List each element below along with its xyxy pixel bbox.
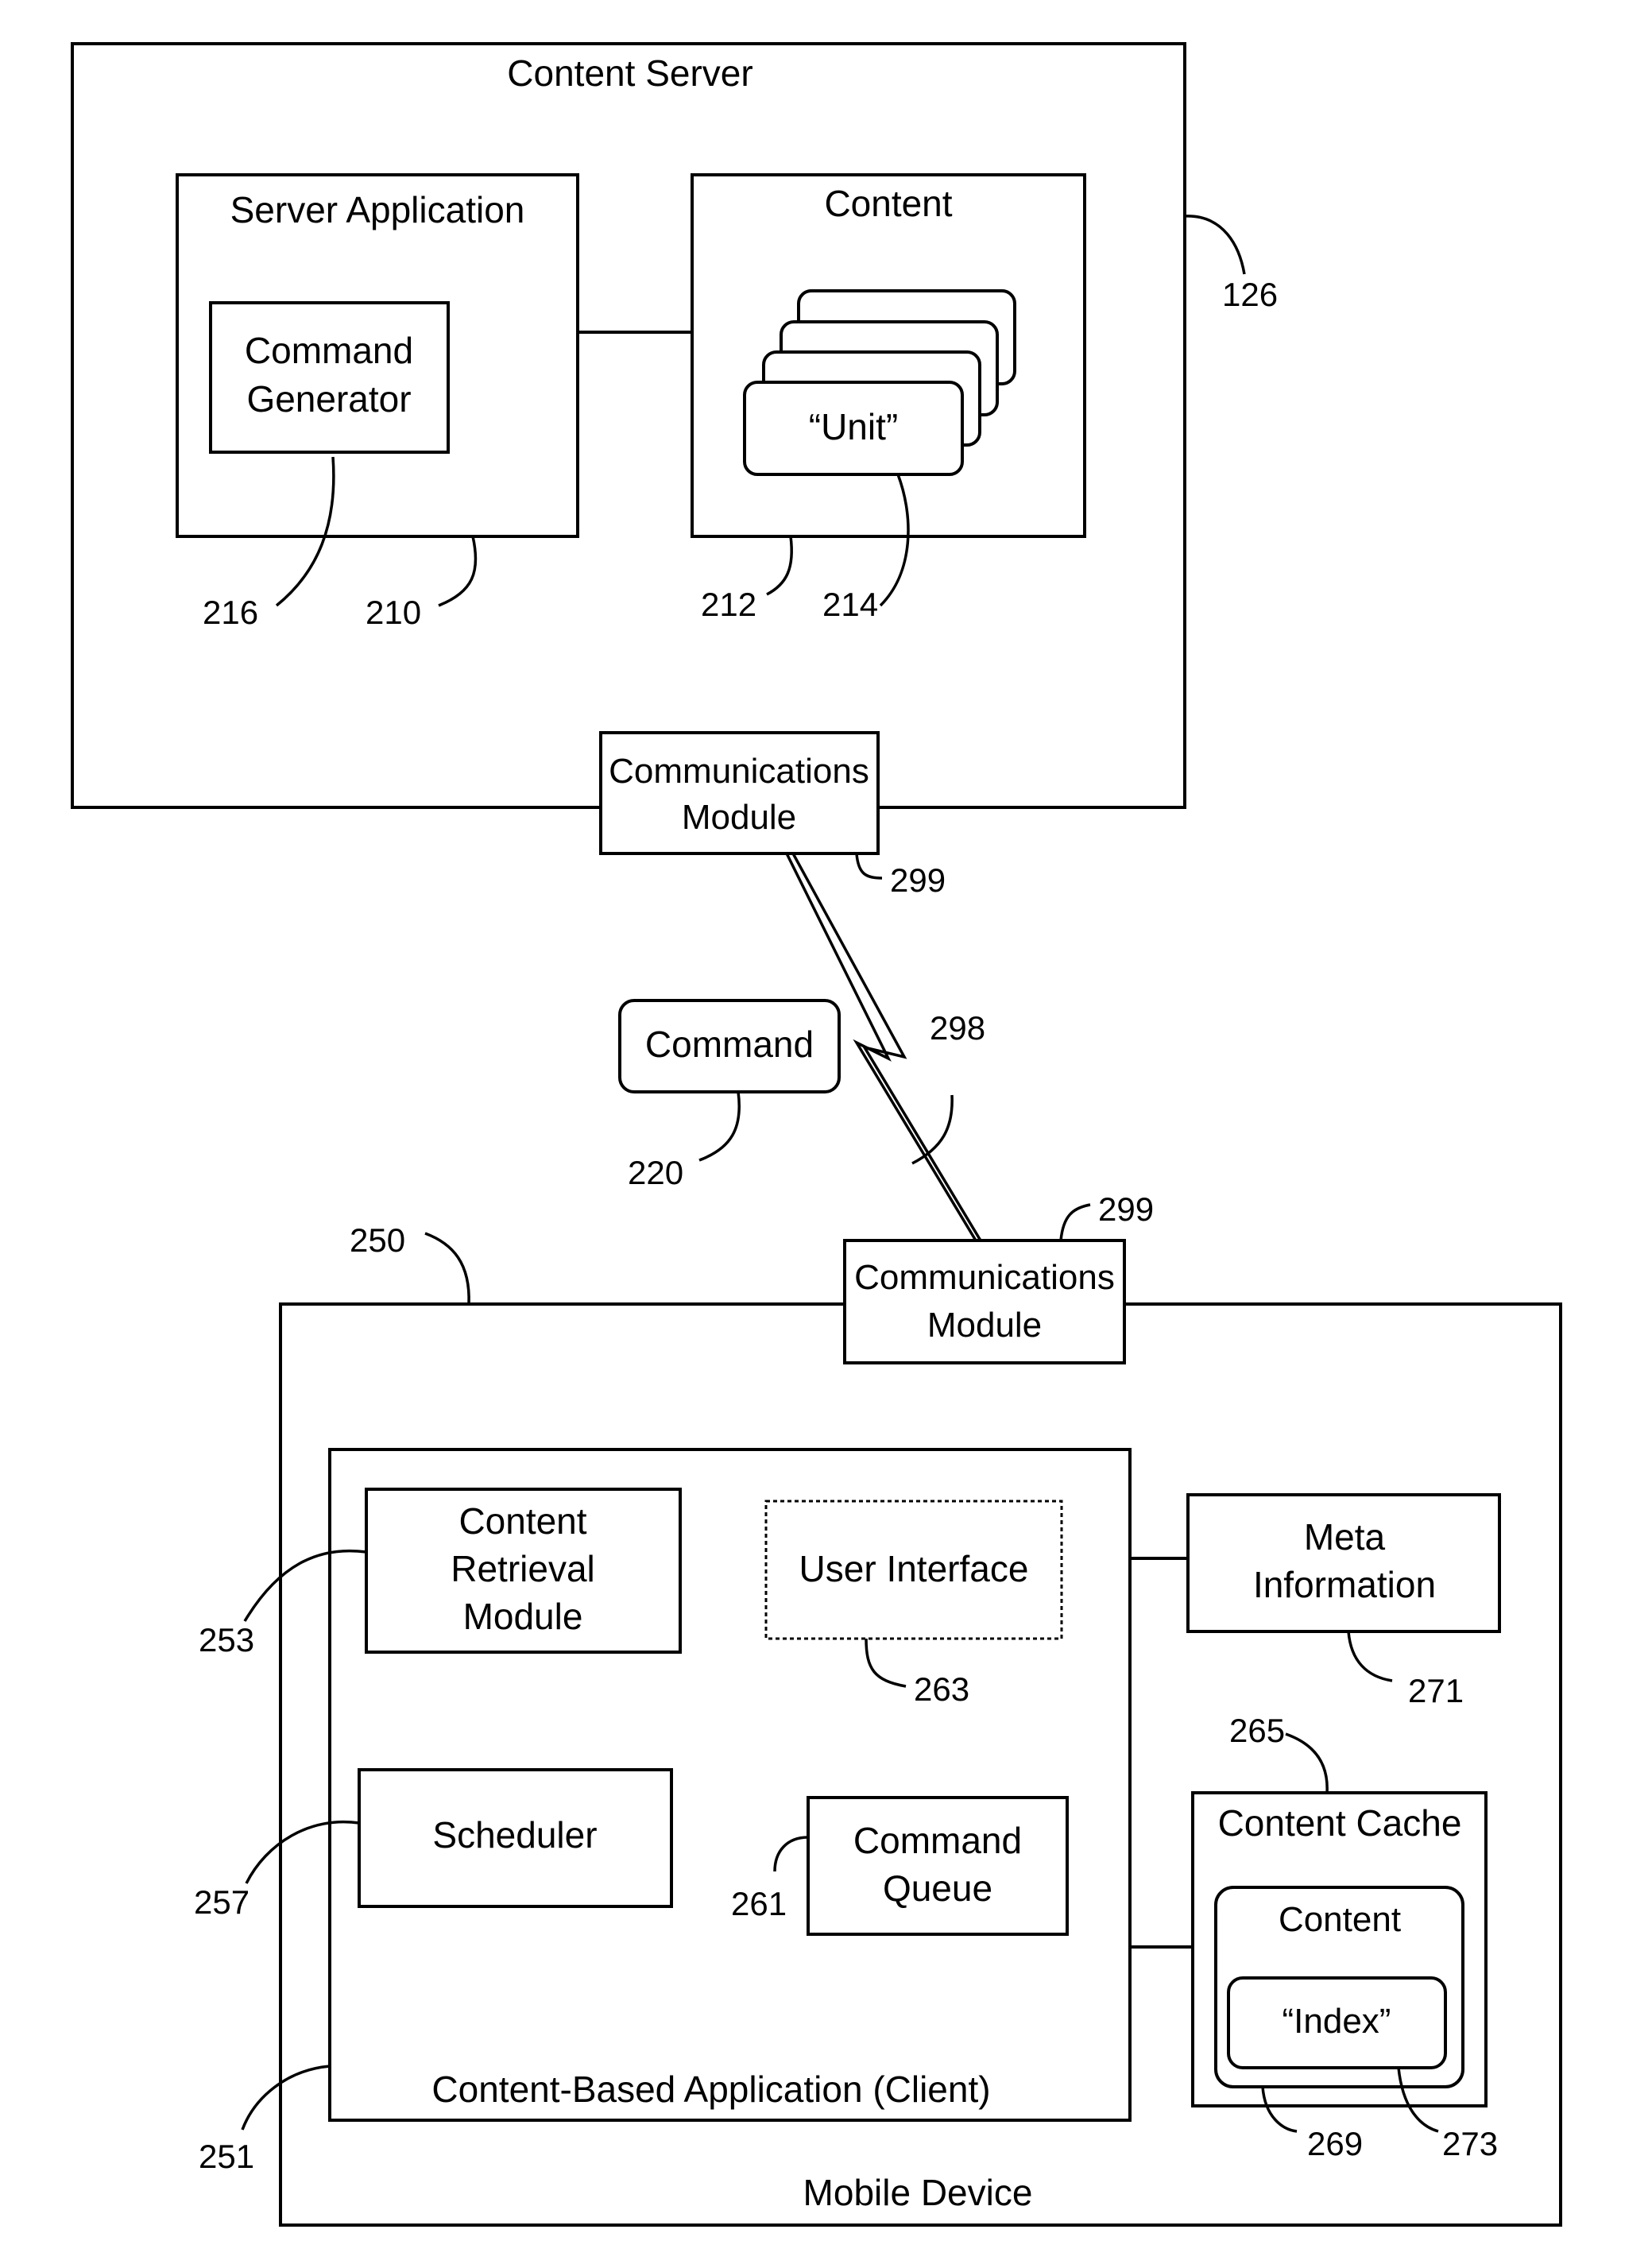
cached-content-label: Content — [1279, 1900, 1401, 1939]
ref-216: 216 — [203, 594, 258, 631]
meta-information-line2: Information — [1253, 1564, 1436, 1605]
ref-263: 263 — [914, 1670, 969, 1708]
device-comms-line2: Module — [927, 1306, 1042, 1345]
command-label: Command — [645, 1024, 814, 1065]
content-retrieval-module: Content Retrieval Module — [365, 1488, 682, 1654]
ref-126: 126 — [1222, 276, 1278, 313]
ref-298: 298 — [930, 1009, 985, 1047]
user-interface-box: User Interface — [764, 1500, 1063, 1640]
client-application-label: Content-Based Application (Client) — [431, 2069, 990, 2110]
ref-251: 251 — [199, 2138, 254, 2175]
ref-269: 269 — [1307, 2125, 1363, 2162]
server-comms-line2: Module — [682, 798, 796, 837]
command-generator-line1: Command — [245, 330, 413, 371]
content-cache-label: Content Cache — [1218, 1802, 1462, 1844]
ref-250: 250 — [350, 1221, 405, 1259]
scheduler-box: Scheduler — [358, 1768, 673, 1908]
leader-299-bottom — [1059, 1203, 1091, 1241]
content-server-label: Content Server — [507, 52, 752, 94]
ref-214: 214 — [822, 586, 878, 623]
leader-299-top — [855, 853, 883, 880]
server-comms-line1: Communications — [609, 752, 869, 791]
ref-257: 257 — [194, 1883, 250, 1921]
ref-212: 212 — [701, 586, 756, 623]
index-box: “Index” — [1227, 1976, 1447, 2069]
mobile-device-label: Mobile Device — [803, 2172, 1033, 2213]
index-label: “Index” — [1283, 2002, 1391, 2041]
meta-information-line1: Meta — [1304, 1516, 1386, 1558]
leader-298 — [911, 1094, 954, 1165]
server-communications-module: Communications Module — [599, 731, 880, 855]
command-queue-line2: Queue — [883, 1867, 992, 1909]
ref-271: 271 — [1408, 1672, 1464, 1709]
ref-299-bottom: 299 — [1098, 1190, 1154, 1228]
leader-220 — [698, 1091, 741, 1162]
leader-126 — [1184, 215, 1246, 275]
command-queue-box: Command Queue — [807, 1796, 1069, 1936]
command-generator-box: Command Generator — [209, 301, 450, 454]
ref-261: 261 — [731, 1885, 787, 1922]
ref-273: 273 — [1442, 2125, 1498, 2162]
user-interface-label: User Interface — [799, 1548, 1029, 1589]
unit-label: “Unit” — [809, 406, 898, 447]
command-generator-line2: Generator — [246, 378, 411, 420]
content-retrieval-line3: Module — [463, 1596, 583, 1637]
leader-250 — [424, 1232, 470, 1305]
ref-299-top: 299 — [890, 861, 946, 899]
ref-265: 265 — [1229, 1712, 1285, 1749]
device-communications-module: Communications Module — [843, 1239, 1126, 1364]
device-comms-line1: Communications — [854, 1258, 1115, 1297]
meta-information-box: Meta Information — [1186, 1493, 1501, 1633]
content-retrieval-line1: Content — [458, 1500, 586, 1542]
scheduler-label: Scheduler — [432, 1814, 597, 1856]
content-store-label: Content — [824, 183, 952, 224]
command-queue-line1: Command — [853, 1820, 1022, 1861]
content-retrieval-line2: Retrieval — [451, 1548, 595, 1589]
patent-figure: Content Server 126 Server Application Co… — [0, 0, 1652, 2268]
command-message: Command — [618, 999, 841, 1093]
ref-210: 210 — [366, 594, 421, 631]
ref-253: 253 — [199, 1621, 254, 1658]
diagram-canvas: Content Server 126 Server Application Co… — [71, 42, 1562, 2227]
ref-220: 220 — [628, 1154, 683, 1191]
server-application-label: Server Application — [230, 189, 525, 230]
